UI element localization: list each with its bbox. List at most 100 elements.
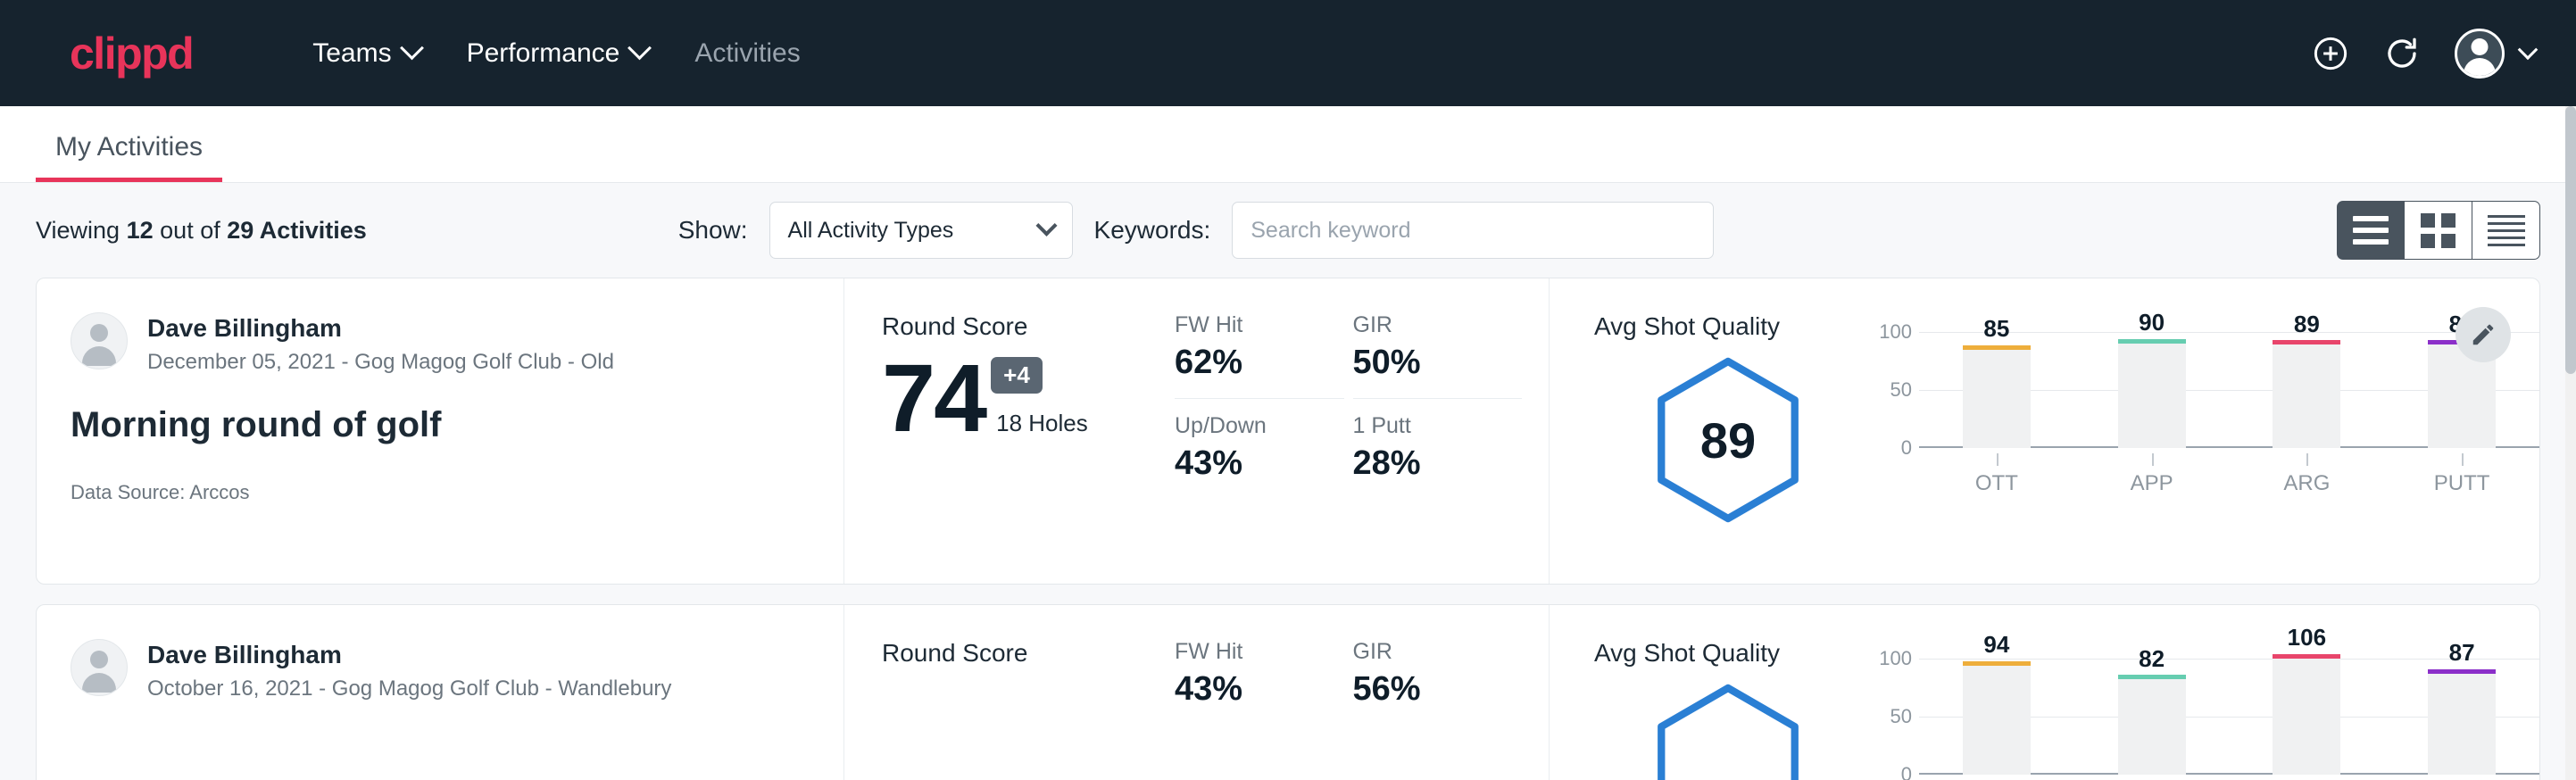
top-navigation-bar: clippd Teams Performance Activities (0, 0, 2576, 106)
user-menu[interactable] (2455, 29, 2535, 79)
avg-shot-quality-value: 89 (1653, 357, 1803, 523)
round-score-block: Round Score (844, 605, 1175, 780)
stat-gir-label: GIR (1353, 639, 1507, 665)
viewing-summary: Viewing 12 out of 29 Activities (36, 217, 367, 245)
stat-fw-hit-label: FW Hit (1175, 639, 1328, 665)
view-mode-list-button[interactable] (2337, 201, 2405, 260)
chevron-down-icon (627, 36, 652, 60)
y-tick-100: 100 (1879, 320, 1912, 344)
filter-controls: Show: All Activity Types Keywords: (678, 202, 1715, 259)
page-scrollbar[interactable] (2565, 106, 2576, 780)
activity-meta: October 16, 2021 - Gog Magog Golf Club -… (147, 676, 671, 701)
chart-bar-cap (1963, 661, 2031, 666)
view-mode-grid-button[interactable] (2405, 201, 2472, 260)
chart-bar-cap (1963, 345, 2031, 350)
list-icon (2353, 216, 2389, 245)
avatar (71, 312, 128, 369)
activity-type-select-value: All Activity Types (788, 218, 954, 244)
round-score-block: Round Score 74 +4 18 Holes (844, 278, 1175, 584)
chevron-down-icon (1035, 214, 1057, 236)
avg-shot-quality-block: Avg Shot Quality 89 100 50 0 (1550, 278, 2539, 584)
chevron-down-icon (2518, 39, 2539, 60)
stat-gir-value: 56% (1353, 670, 1507, 709)
round-stats-grid: FW Hit 62% GIR 50% Up/Down 43% 1 Putt 28… (1175, 278, 1550, 584)
chart-x-tick-putt: PUTT (2384, 471, 2539, 496)
chart-bar-cap (2118, 339, 2186, 344)
chart-bar-value: 106 (2288, 624, 2326, 651)
stat-one-putt: 1 Putt 28% (1353, 398, 1523, 483)
stat-one-putt-label: 1 Putt (1353, 413, 1507, 439)
top-bar-actions (2312, 29, 2535, 79)
keywords-label: Keywords: (1094, 216, 1211, 245)
chart-bar-cap (2273, 340, 2340, 344)
activity-user-name: Dave Billingham (147, 639, 671, 670)
tab-my-activities[interactable]: My Activities (36, 132, 222, 182)
nav-item-teams-label: Teams (312, 38, 391, 69)
stat-up-down: Up/Down 43% (1175, 398, 1344, 483)
chevron-down-icon (400, 36, 424, 60)
activity-user: Dave Billingham December 05, 2021 - Gog … (71, 312, 808, 375)
y-tick-100: 100 (1879, 647, 1912, 670)
avatar (2455, 29, 2505, 79)
y-tick-50: 50 (1890, 705, 1912, 728)
nav-item-activities-label: Activities (694, 38, 800, 69)
refresh-icon[interactable] (2383, 35, 2421, 72)
activity-card[interactable]: Dave Billingham October 16, 2021 - Gog M… (36, 604, 2540, 780)
chart-bar-app: 82 (2074, 659, 2230, 775)
avg-shot-quality-label: Avg Shot Quality (1594, 312, 1862, 341)
chart-x-tick-app: APP (2074, 471, 2230, 496)
round-score-value: 74 (882, 350, 985, 446)
chart-bar (1963, 666, 2031, 775)
edit-activity-button[interactable] (2456, 307, 2511, 362)
chart-bar (2273, 659, 2340, 775)
viewing-total: 29 Activities (227, 217, 367, 244)
view-mode-compact-button[interactable] (2472, 201, 2540, 260)
page-scrollbar-thumb[interactable] (2565, 106, 2576, 374)
nav-item-activities[interactable]: Activities (671, 38, 823, 69)
chart-bar-cap (2273, 654, 2340, 659)
chart-bar-arg: 89 (2230, 332, 2385, 448)
shot-quality-chart: 100 50 0 948210687 OTTAPPARGPUTT (1862, 639, 2539, 780)
clippd-logo[interactable]: clippd (70, 31, 193, 76)
chart-bar (2273, 344, 2340, 448)
viewing-mid: out of (160, 217, 220, 244)
chart-bar-value: 85 (1983, 315, 2009, 343)
activity-list: Dave Billingham December 05, 2021 - Gog … (0, 278, 2576, 780)
stat-gir: GIR 56% (1353, 639, 1523, 709)
activity-card[interactable]: Dave Billingham December 05, 2021 - Gog … (36, 278, 2540, 585)
stat-fw-hit-value: 62% (1175, 344, 1328, 382)
avg-shot-quality-label: Avg Shot Quality (1594, 639, 1862, 668)
nav-item-performance[interactable]: Performance (444, 38, 672, 69)
round-stats-grid: FW Hit 43% GIR 56% (1175, 605, 1550, 780)
stat-fw-hit-value: 43% (1175, 670, 1328, 709)
stat-up-down-label: Up/Down (1175, 413, 1328, 439)
chart-bar-putt: 87 (2384, 659, 2539, 775)
chart-bars-area: 948210687 (1919, 659, 2539, 775)
stat-fw-hit: FW Hit 43% (1175, 639, 1344, 709)
chart-y-axis: 100 50 0 (1871, 332, 1919, 448)
stat-fw-hit: FW Hit 62% (1175, 312, 1344, 382)
activity-user-name: Dave Billingham (147, 312, 614, 344)
nav-item-performance-label: Performance (467, 38, 620, 69)
round-score-label: Round Score (882, 639, 1175, 668)
y-tick-0: 0 (1901, 763, 1912, 780)
avg-shot-quality-value (1653, 684, 1803, 780)
avatar (71, 639, 128, 696)
chart-bars-area: 85908989 (1919, 332, 2539, 448)
nav-item-teams[interactable]: Teams (289, 38, 443, 69)
score-to-par-badge: +4 (991, 357, 1043, 394)
activity-type-select[interactable]: All Activity Types (769, 202, 1073, 259)
plus-circle-icon[interactable] (2312, 35, 2349, 72)
chart-bar-ott: 85 (1919, 332, 2074, 448)
activity-user: Dave Billingham October 16, 2021 - Gog M… (71, 639, 808, 701)
activity-meta: December 05, 2021 - Gog Magog Golf Club … (147, 350, 614, 375)
avg-shot-quality-hexagon (1653, 684, 1803, 780)
activity-card-header: Dave Billingham October 16, 2021 - Gog M… (37, 605, 844, 780)
chart-y-axis: 100 50 0 (1871, 659, 1919, 775)
tab-my-activities-label: My Activities (55, 132, 203, 162)
chart-x-axis: OTTAPPARGPUTT (1919, 471, 2539, 496)
chart-bar-cap (2118, 675, 2186, 679)
search-input[interactable] (1232, 202, 1714, 259)
chart-bar-cap (2428, 669, 2496, 674)
chart-bar (2118, 344, 2186, 448)
